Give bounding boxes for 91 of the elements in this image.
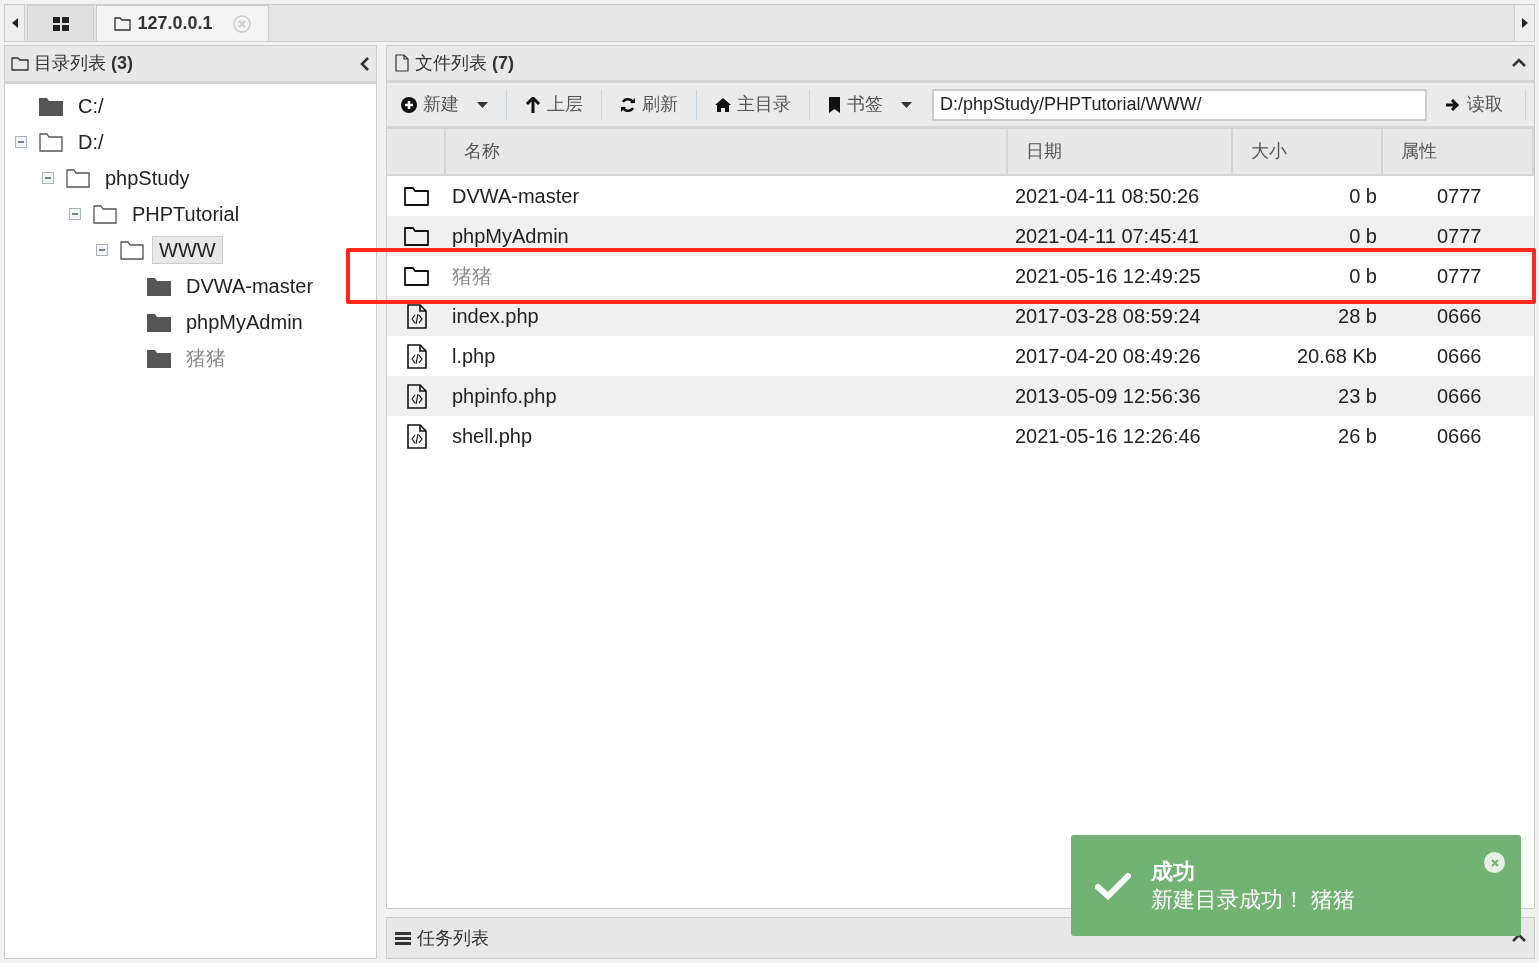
panel-title: 任务列表: [417, 926, 489, 950]
table-cell-text: 2017-03-28 08:59:24: [1014, 304, 1202, 329]
table-cell[interactable]: phpMyAdmin: [446, 216, 1008, 256]
code-file-icon: [406, 383, 427, 409]
close-icon: [1490, 858, 1499, 867]
tree-item[interactable]: DVWA-master: [179, 272, 321, 300]
table-cell[interactable]: 猪猪: [446, 256, 1008, 296]
table-cell[interactable]: shell.php: [446, 416, 1008, 456]
column-header[interactable]: 名称: [446, 129, 1008, 174]
read-button[interactable]: 读取: [1441, 91, 1507, 118]
refresh-icon: [620, 96, 636, 113]
column-header[interactable]: 属性: [1383, 129, 1534, 174]
right-triangle-icon: [1521, 18, 1528, 28]
collapse-toggle-icon[interactable]: [42, 172, 54, 184]
folder-icon: [404, 266, 429, 286]
table-cell-text: 2021-05-16 12:26:46: [1014, 424, 1202, 449]
column-header[interactable]: 大小: [1233, 129, 1383, 174]
table-cell-text: 0 b: [1348, 184, 1378, 209]
table-cell-text: 0666: [1436, 384, 1483, 409]
tree-item[interactable]: phpMyAdmin: [179, 308, 310, 336]
folder-icon: [39, 96, 63, 116]
table-cell[interactable]: DVWA-master: [446, 176, 1008, 216]
panel-title: 文件列表 (7): [415, 51, 514, 75]
folder-icon: [404, 226, 429, 246]
tree-item[interactable]: 猪猪: [179, 344, 233, 372]
toast-message: 新建目录成功！ 猪猪: [1151, 885, 1356, 914]
collapse-icon[interactable]: [360, 56, 370, 71]
collapse-icon[interactable]: [1512, 58, 1526, 68]
panel-title: 目录列表 (3): [34, 52, 133, 75]
home-icon: [715, 96, 731, 113]
table-cell-text: 2021-04-11 07:45:41: [1014, 224, 1201, 249]
table-cell-text: 0666: [1436, 424, 1483, 449]
toolbar-button[interactable]: 主目录: [709, 91, 797, 118]
collapse-toggle-icon[interactable]: [96, 244, 108, 256]
caret-icon: [477, 101, 488, 108]
toolbar-button[interactable]: 书签: [822, 91, 918, 118]
tree-item[interactable]: phpStudy: [98, 164, 197, 192]
table-cell[interactable]: l.php: [446, 336, 1008, 376]
folder-icon: [404, 186, 429, 206]
tree-item[interactable]: C:/: [71, 92, 111, 120]
table-cell-text: 0 b: [1348, 224, 1378, 249]
folder-icon: [114, 16, 132, 31]
toolbar-button[interactable]: 上层: [519, 91, 589, 118]
table-cell-text: 23 b: [1337, 384, 1378, 409]
left-triangle-icon: [11, 18, 18, 28]
table-cell-text: 0666: [1436, 344, 1483, 369]
folder-icon: [147, 348, 171, 368]
table-cell-text: 28 b: [1337, 304, 1378, 329]
table-cell-text: 0666: [1436, 304, 1483, 329]
table-cell-text: 0777: [1436, 184, 1483, 209]
table-cell-text: 26 b: [1337, 424, 1378, 449]
path-field[interactable]: D:/phpStudy/PHPTutorial/WWW/: [932, 88, 1427, 121]
close-icon: [232, 14, 251, 33]
caret-icon: [901, 101, 912, 108]
folder-icon: [147, 276, 171, 296]
plus-circle-icon: [401, 96, 417, 113]
table-cell-text: 0 b: [1348, 264, 1378, 289]
table-cell[interactable]: phpinfo.php: [446, 376, 1008, 416]
folder-icon: [11, 56, 29, 71]
collapse-toggle-icon[interactable]: [69, 208, 81, 220]
table-cell-text: 0777: [1436, 264, 1483, 289]
arrow-up-icon: [525, 96, 541, 113]
bookmark-icon: [828, 96, 841, 113]
tree-item[interactable]: D:/: [71, 128, 111, 156]
arrow-right-icon: [1445, 97, 1461, 112]
table-cell-text: 2021-05-16 12:49:25: [1014, 264, 1202, 289]
code-file-icon: [406, 303, 427, 329]
toolbar-button[interactable]: 新建: [395, 91, 494, 118]
table-cell[interactable]: index.php: [446, 296, 1008, 336]
collapse-toggle-icon[interactable]: [15, 136, 27, 148]
table-cell-text: 2017-04-20 08:49:26: [1014, 344, 1202, 369]
toolbar-button[interactable]: 刷新: [614, 91, 684, 118]
tab[interactable]: 127.0.0.1: [96, 5, 269, 41]
grid-icon: [52, 16, 69, 31]
table-cell-text: 20.68 Kb: [1295, 344, 1378, 369]
table-cell-text: 2013-05-09 12:56:36: [1014, 384, 1202, 409]
document-icon: [395, 54, 409, 72]
checkmark-icon: [1095, 871, 1131, 900]
folder-icon: [147, 312, 171, 332]
column-header[interactable]: 日期: [1008, 129, 1233, 174]
scroll-left-button[interactable]: [5, 5, 25, 41]
table-cell-text: 2021-04-11 08:50:26: [1014, 184, 1201, 209]
table-cell-text: 0777: [1436, 224, 1483, 249]
code-file-icon: [406, 423, 427, 449]
code-file-icon: [406, 343, 427, 369]
tab[interactable]: [27, 5, 94, 41]
scroll-right-button[interactable]: [1514, 5, 1534, 41]
list-icon: [395, 931, 411, 945]
tree-item[interactable]: PHPTutorial: [125, 200, 247, 228]
tree-item[interactable]: WWW: [152, 236, 223, 264]
toast-title: 成功: [1151, 857, 1196, 886]
